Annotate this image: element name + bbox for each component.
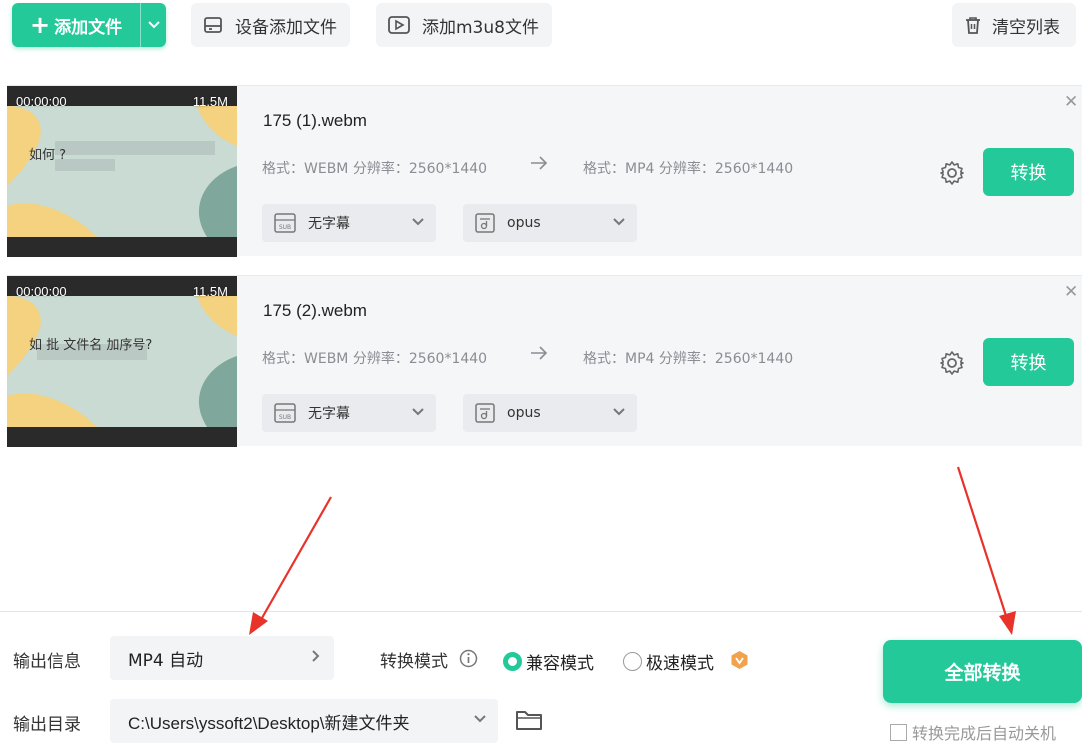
file-size-label: 11.5M [192,94,228,109]
chevron-down-icon [613,218,625,226]
auto-shutdown-label: 转换完成后自动关机 [912,724,1057,743]
duration-label: 00:00:00 [16,284,67,299]
folder-icon[interactable] [515,708,543,736]
chevron-down-icon [474,715,486,723]
target-format-info: 格式：MP4 分辨率：2560*1440 [583,351,794,367]
audio-track-icon [475,403,495,423]
subtitle-value: 无字幕 [308,406,350,422]
annotation-arrowhead-left [249,612,268,635]
video-thumbnail: 00:00:00 11.5M 如何 ? [7,86,237,257]
target-format-info: 格式：MP4 分辨率：2560*1440 [583,161,794,177]
annotation-arrowhead-right [999,611,1016,635]
chevron-right-icon [312,650,320,662]
add-file-main[interactable]: + 添加文件 [12,3,140,47]
chevron-down-icon [147,21,160,29]
plus-icon: + [30,11,51,39]
convert-button[interactable]: 转换 [983,338,1074,386]
remove-file-icon[interactable]: ✕ [1064,282,1078,302]
file-name: 175 (2).webm [263,301,367,320]
mode-fast-radio[interactable]: 极速模式 [623,649,714,674]
annotation-arrow-left [257,496,332,626]
mode-compatible-label: 兼容模式 [526,654,594,674]
file-name: 175 (1).webm [263,111,367,130]
add-m3u8-button[interactable]: 添加m3u8文件 [376,3,552,47]
thumbnail-caption: 如 批 文件名 加序号? [29,338,153,353]
convert-button[interactable]: 转换 [983,148,1074,196]
subtitle-value: 无字幕 [308,216,350,232]
file-size-label: 11.5M [192,284,228,299]
thumbnail-image [7,86,237,257]
chevron-down-icon [412,408,424,416]
thumbnail-image [7,276,237,447]
svg-text:SUB: SUB [279,414,291,421]
thumbnail-bottom-bar [7,427,237,447]
output-dir-select[interactable]: C:\Users\yssoft2\Desktop\新建文件夹 [110,699,498,743]
clear-list-label: 清空列表 [992,17,1060,38]
video-thumbnail: 00:00:00 11.5M 如 批 文件名 加序号? [7,276,237,447]
file-row: 00:00:00 11.5M 如 批 文件名 加序号? 175 (2).webm… [7,275,1082,447]
audio-track-icon [475,213,495,233]
arrow-right-icon [530,344,548,365]
device-add-label: 设备添加文件 [235,17,337,38]
output-dir-value: C:\Users\yssoft2\Desktop\新建文件夹 [128,713,410,733]
chevron-down-icon [412,218,424,226]
audio-track-select[interactable]: opus [463,394,637,432]
output-format-value: MP4 自动 [128,650,204,671]
subtitle-icon: SUB [274,213,296,233]
subtitle-icon: SUB [274,403,296,423]
duration-label: 00:00:00 [16,94,67,109]
svg-text:SUB: SUB [279,224,291,231]
clear-list-button[interactable]: 清空列表 [952,3,1076,47]
add-m3u8-label: 添加m3u8文件 [422,17,539,38]
chevron-down-icon [613,408,625,416]
output-format-selector[interactable]: MP4 自动 [110,636,334,680]
output-dir-label: 输出目录 [13,715,81,735]
source-format-info: 格式：WEBM 分辨率：2560*1440 [262,161,488,177]
source-format-info: 格式：WEBM 分辨率：2560*1440 [262,351,488,367]
vip-badge-icon [730,650,749,674]
audio-track-value: opus [507,405,541,421]
device-icon [203,16,223,34]
add-file-label: 添加文件 [54,17,123,38]
radio-selected-icon [503,652,522,671]
thumbnail-caption: 如何 ? [29,148,67,163]
mode-compatible-radio[interactable]: 兼容模式 [503,649,594,674]
output-info-label: 输出信息 [13,652,81,672]
subtitle-select[interactable]: SUB 无字幕 [262,394,436,432]
thumbnail-bottom-bar [7,237,237,257]
mode-fast-label: 极速模式 [646,654,714,674]
convert-mode-label: 转换模式 [380,652,448,672]
convert-all-button[interactable]: 全部转换 [883,640,1082,703]
audio-track-value: opus [507,215,541,231]
audio-track-select[interactable]: opus [463,204,637,242]
trash-icon [964,16,982,35]
play-icon [388,16,410,34]
checkbox-icon [890,723,907,741]
settings-gear-icon[interactable] [939,160,965,190]
arrow-right-icon [530,154,548,175]
subtitle-select[interactable]: SUB 无字幕 [262,204,436,242]
file-row: 00:00:00 11.5M 如何 ? 175 (1).webm 格式：WEBM… [7,85,1082,257]
add-file-dropdown[interactable] [140,3,166,47]
radio-unselected-icon [623,652,642,671]
device-add-file-button[interactable]: 设备添加文件 [191,3,350,47]
info-icon[interactable] [459,649,478,672]
remove-file-icon[interactable]: ✕ [1064,92,1078,112]
settings-gear-icon[interactable] [939,350,965,380]
annotation-arrow-right [956,466,1010,623]
bottom-divider [0,611,1082,612]
add-file-button[interactable]: + 添加文件 [12,3,166,47]
auto-shutdown-checkbox[interactable]: 转换完成后自动关机 [890,720,1056,744]
